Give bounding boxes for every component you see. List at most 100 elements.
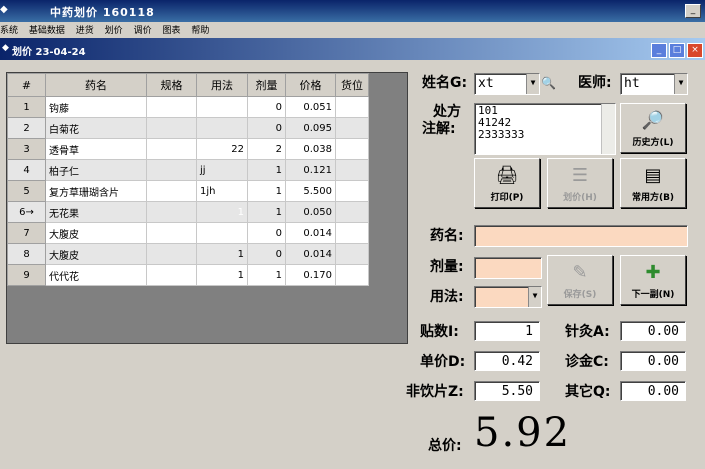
col-header-name[interactable]: 药名 (45, 73, 147, 97)
minimize-button[interactable]: _ (685, 4, 701, 18)
cell-spec[interactable] (146, 159, 197, 181)
cell-usage[interactable] (196, 222, 248, 244)
cell-dose[interactable]: 0 (247, 96, 286, 118)
cell-usage[interactable]: 1jh (196, 180, 248, 202)
cell-price[interactable]: 5.500 (285, 180, 336, 202)
cell-location[interactable] (335, 264, 369, 286)
packs-input[interactable]: 1 (474, 321, 540, 341)
table-row[interactable]: 8 大腹皮 1 0 0.014 (7, 243, 369, 265)
chevron-down-icon[interactable]: ▼ (526, 74, 539, 94)
history-button[interactable]: 🔎 历史方(L) (620, 103, 686, 153)
window-maximize-button[interactable]: □ (669, 43, 685, 58)
non-decoction-input[interactable]: 5.50 (474, 381, 540, 401)
col-header-price[interactable]: 价格 (285, 73, 336, 97)
cell-location[interactable] (335, 201, 369, 223)
menu-pricing[interactable]: 划价 (105, 22, 123, 36)
cell-dose[interactable]: 1 (247, 180, 286, 202)
cell-spec[interactable] (146, 180, 197, 202)
cell-location[interactable] (335, 117, 369, 139)
cell-spec[interactable] (146, 264, 197, 286)
common-prescription-button[interactable]: ▤ 常用方(B) (620, 158, 686, 208)
col-header-index[interactable]: # (7, 73, 46, 97)
consult-fee-input[interactable]: 0.00 (620, 351, 686, 371)
cell-location[interactable] (335, 180, 369, 202)
cell-usage[interactable] (196, 117, 248, 139)
drug-name-input[interactable] (474, 225, 688, 247)
table-row[interactable]: 7 大腹皮 0 0.014 (7, 222, 369, 244)
table-row[interactable]: 2 白菊花 0 0.095 (7, 117, 369, 139)
cell-price[interactable]: 0.014 (285, 222, 336, 244)
cell-name[interactable]: 柏子仁 (45, 159, 147, 181)
window-minimize-button[interactable]: _ (651, 43, 667, 58)
cell-dose[interactable]: 2 (247, 138, 286, 160)
cell-dose[interactable]: 0 (247, 222, 286, 244)
patient-name-combo[interactable]: xt ▼ (474, 73, 540, 95)
cell-spec[interactable] (146, 201, 197, 223)
print-button[interactable]: 🖨 打印(P) (474, 158, 540, 208)
cell-dose[interactable]: 0 (247, 243, 286, 265)
table-row[interactable]: 4 柏子仁 jj 1 0.121 (7, 159, 369, 181)
notes-textarea[interactable]: 101 41242 2333333 (474, 103, 616, 155)
cell-price[interactable]: 0.051 (285, 96, 336, 118)
cell-spec[interactable] (146, 243, 197, 265)
unit-price-input[interactable]: 0.42 (474, 351, 540, 371)
col-header-usage[interactable]: 用法 (196, 73, 248, 97)
usage-combo[interactable]: ▼ (474, 286, 542, 308)
acupuncture-input[interactable]: 0.00 (620, 321, 686, 341)
menu-base-data[interactable]: 基础数据 (29, 22, 65, 36)
chevron-down-icon[interactable]: ▼ (674, 74, 687, 94)
cell-spec[interactable] (146, 138, 197, 160)
table-row[interactable]: 5 复方草珊瑚含片 1jh 1 5.500 (7, 180, 369, 202)
save-button[interactable]: ✎ 保存(S) (547, 255, 613, 305)
menu-system[interactable]: 系统 (0, 22, 18, 36)
cell-location[interactable] (335, 243, 369, 265)
table-row[interactable]: 9 代代花 1 1 0.170 (7, 264, 369, 286)
cell-price[interactable]: 0.095 (285, 117, 336, 139)
cell-name[interactable]: 大腹皮 (45, 243, 147, 265)
magnifier-icon[interactable]: 🔍 (541, 76, 556, 90)
cell-name[interactable]: 大腹皮 (45, 222, 147, 244)
menu-help[interactable]: 帮助 (191, 22, 209, 36)
doctor-combo[interactable]: ht ▼ (620, 73, 688, 95)
cell-dose[interactable]: 1 (247, 201, 286, 223)
cell-location[interactable] (335, 138, 369, 160)
cell-dose[interactable]: 0 (247, 117, 286, 139)
menu-charts[interactable]: 图表 (162, 22, 180, 36)
table-row-selected[interactable]: 6→ 无花果 1 1 0.050 (7, 201, 369, 223)
other-fee-input[interactable]: 0.00 (620, 381, 686, 401)
table-row[interactable]: 1 钩藤 0 0.051 (7, 96, 369, 118)
window-close-button[interactable]: × (687, 43, 703, 58)
cell-name[interactable]: 代代花 (45, 264, 147, 286)
cell-dose[interactable]: 1 (247, 159, 286, 181)
next-dose-button[interactable]: ✚ 下一副(N) (620, 255, 686, 305)
cell-location[interactable] (335, 159, 369, 181)
cell-location[interactable] (335, 222, 369, 244)
price-button[interactable]: ☰ 划价(H) (547, 158, 613, 208)
cell-name[interactable]: 透骨草 (45, 138, 147, 160)
cell-name[interactable]: 钩藤 (45, 96, 147, 118)
cell-name[interactable]: 白菊花 (45, 117, 147, 139)
cell-spec[interactable] (146, 96, 197, 118)
cell-spec[interactable] (146, 222, 197, 244)
notes-scrollbar[interactable] (601, 104, 615, 154)
cell-price[interactable]: 0.121 (285, 159, 336, 181)
cell-price[interactable]: 0.038 (285, 138, 336, 160)
menu-purchase[interactable]: 进货 (76, 22, 94, 36)
cell-usage[interactable]: 1 (196, 243, 248, 265)
cell-spec[interactable] (146, 117, 197, 139)
cell-name[interactable]: 无花果 (45, 201, 147, 223)
cell-usage[interactable] (196, 96, 248, 118)
col-header-spec[interactable]: 规格 (146, 73, 197, 97)
col-header-location[interactable]: 货位 (335, 73, 369, 97)
cell-usage[interactable]: 1 (196, 264, 248, 286)
cell-usage[interactable]: jj (196, 159, 248, 181)
cell-price[interactable]: 0.014 (285, 243, 336, 265)
dose-input[interactable] (474, 257, 542, 279)
cell-location[interactable] (335, 96, 369, 118)
cell-dose[interactable]: 1 (247, 264, 286, 286)
cell-usage[interactable]: 22 (196, 138, 248, 160)
cell-name[interactable]: 复方草珊瑚含片 (45, 180, 147, 202)
col-header-dose[interactable]: 剂量 (247, 73, 286, 97)
menu-price-adjust[interactable]: 调价 (134, 22, 152, 36)
chevron-down-icon[interactable]: ▼ (528, 287, 541, 307)
